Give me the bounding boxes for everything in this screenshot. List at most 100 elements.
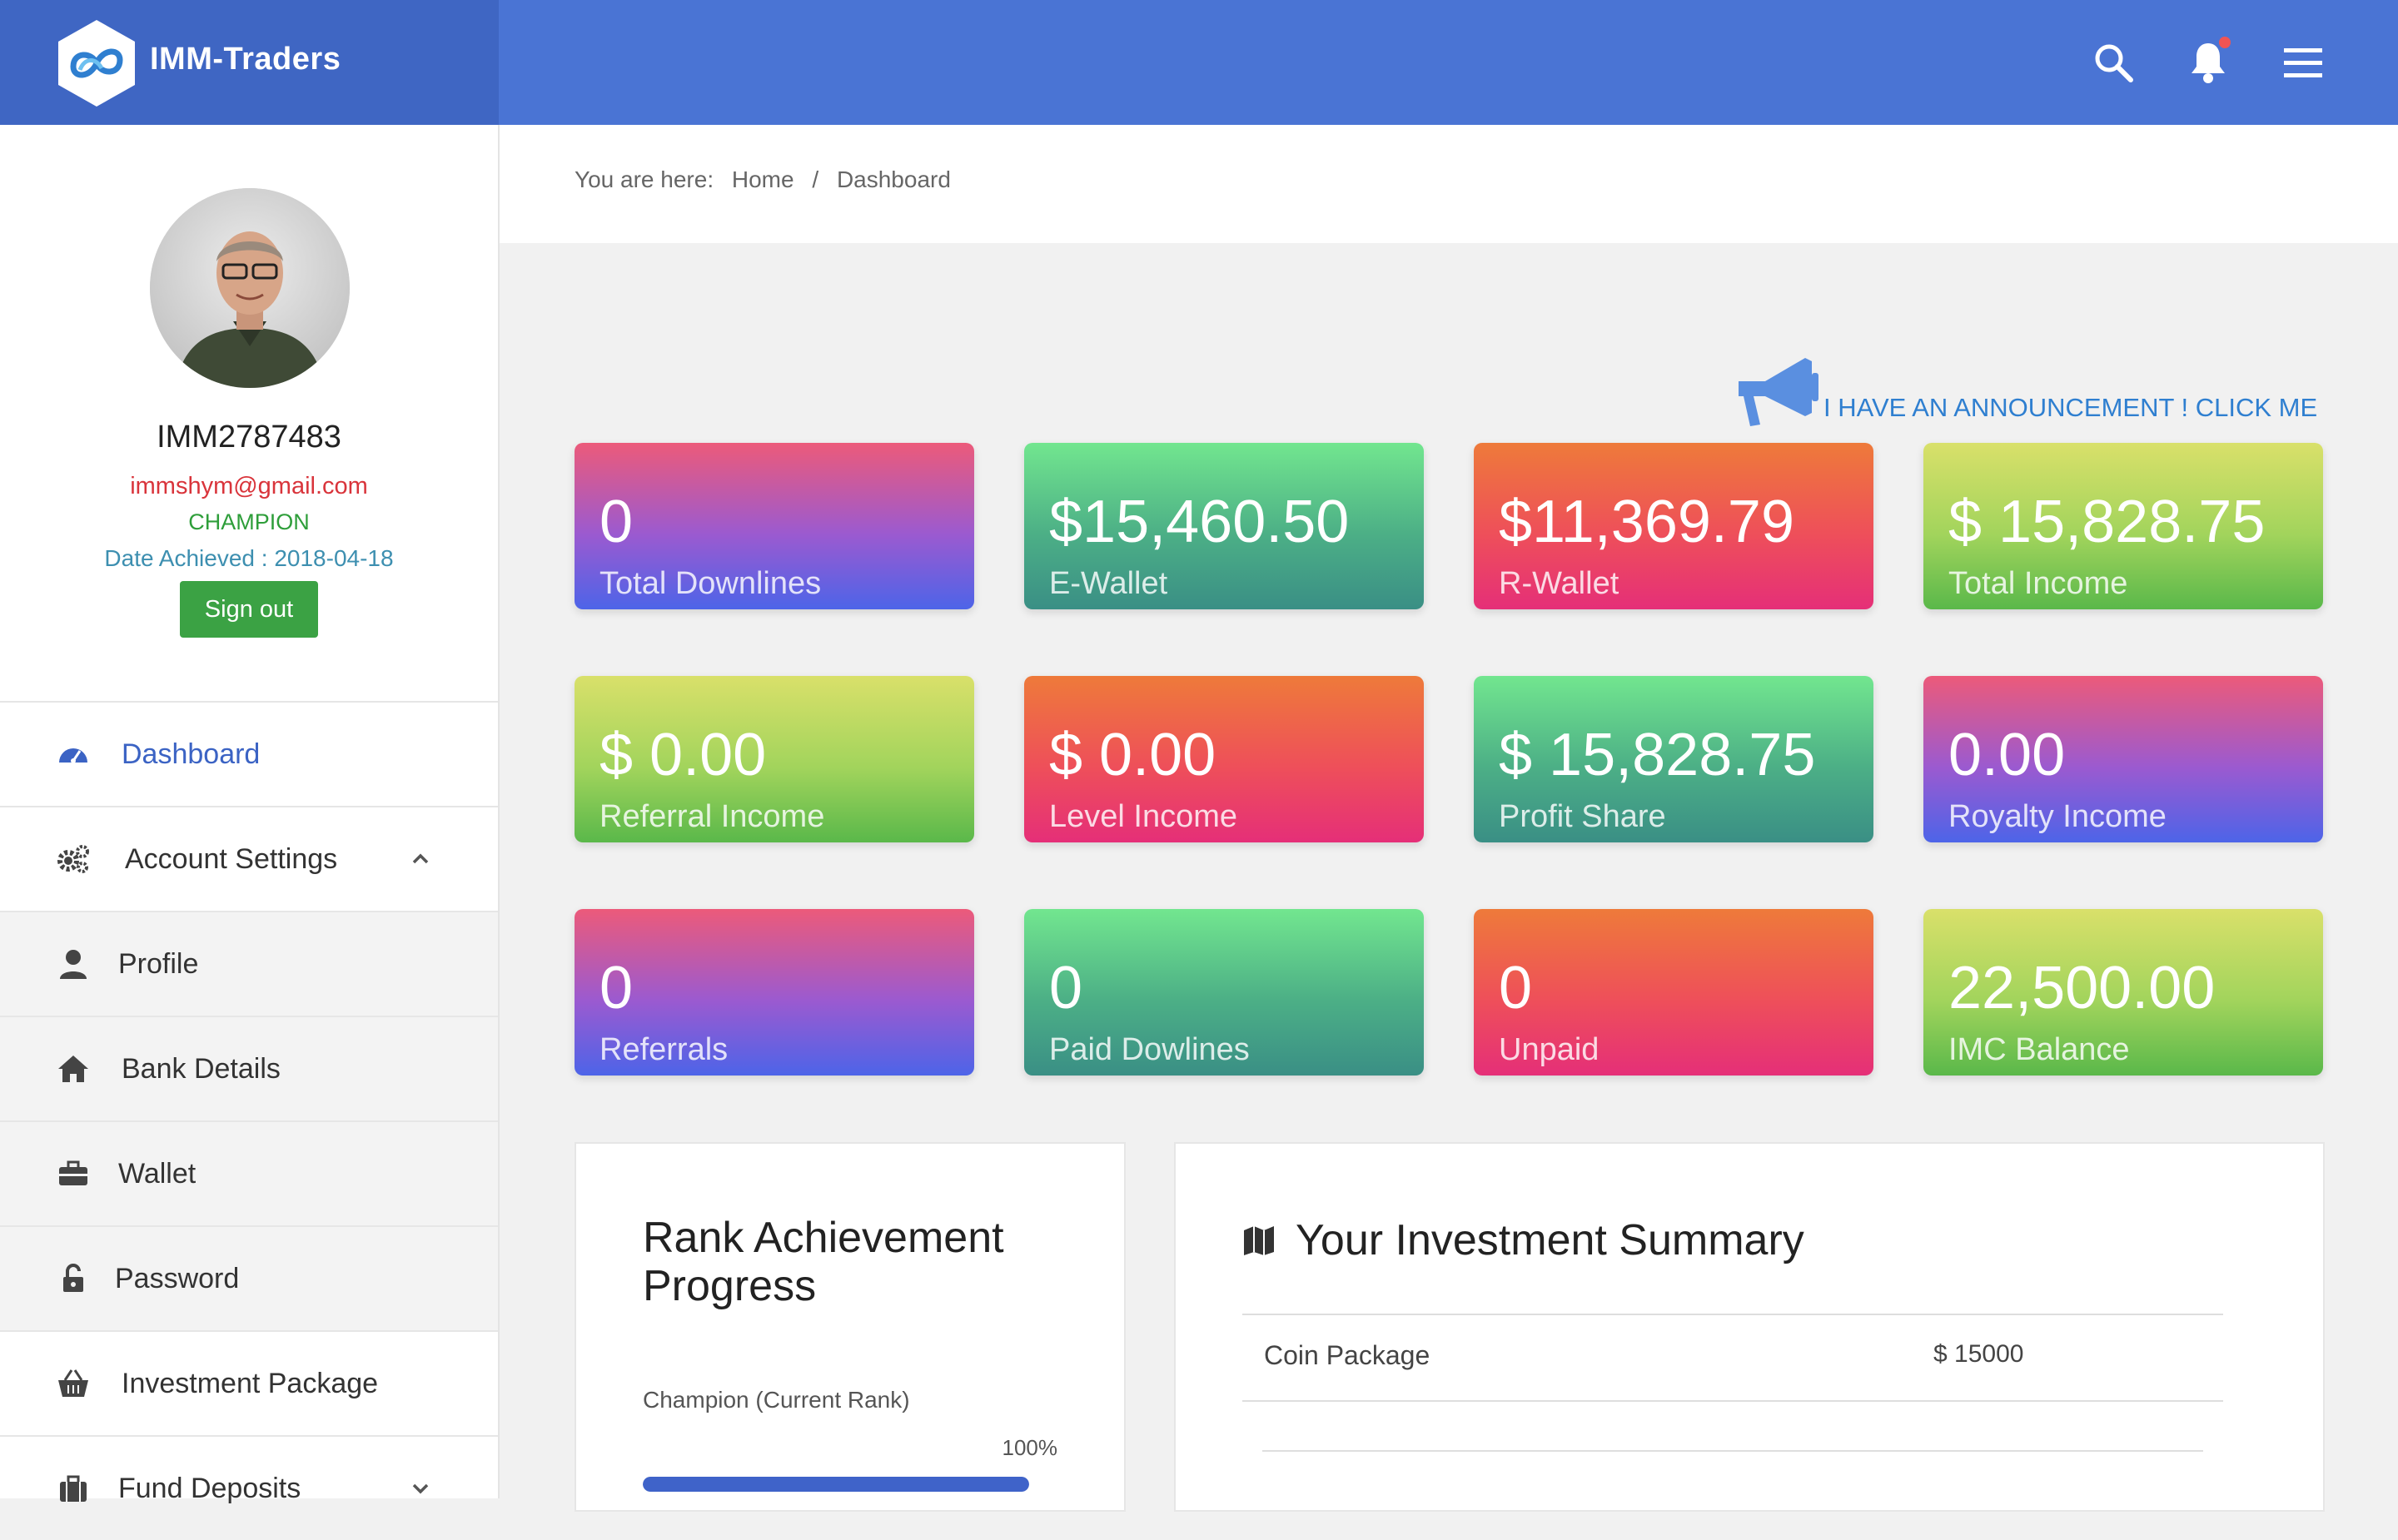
card-referral-income[interactable]: $ 0.00 Referral Income [575, 676, 974, 842]
card-total-income[interactable]: $ 15,828.75 Total Income [1923, 443, 2323, 609]
card-unpaid[interactable]: 0 Unpaid [1474, 909, 1873, 1076]
gears-icon [57, 842, 90, 876]
card-value: 0.00 [1948, 722, 2066, 788]
card-e-wallet[interactable]: $15,460.50 E-Wallet [1024, 443, 1424, 609]
card-label: E-Wallet [1049, 566, 1168, 601]
card-referrals[interactable]: 0 Referrals [575, 909, 974, 1076]
megaphone-icon [1739, 358, 1818, 426]
card-level-income[interactable]: $ 0.00 Level Income [1024, 676, 1424, 842]
table-cell-name: Coin Package [1264, 1340, 1430, 1370]
announcement-link[interactable]: I HAVE AN ANNOUNCEMENT ! CLICK ME [1729, 348, 2317, 431]
sidebar-item-label: Wallet [118, 1157, 197, 1190]
card-label: R-Wallet [1499, 566, 1619, 601]
card-r-wallet[interactable]: $11,369.79 R-Wallet [1474, 443, 1873, 609]
breadcrumb: You are here: Home / Dashboard [575, 166, 963, 193]
investment-summary-title-text: Your Investment Summary [1296, 1216, 1804, 1264]
basket-icon [57, 1367, 90, 1400]
avatar[interactable] [150, 188, 350, 388]
card-label: Unpaid [1499, 1032, 1599, 1067]
card-label: Paid Dowlines [1049, 1032, 1250, 1067]
sidebar-item-label: Dashboard [122, 738, 261, 770]
card-value: $11,369.79 [1499, 489, 1795, 555]
notification-dot [2219, 37, 2231, 48]
card-value: $ 15,828.75 [1499, 722, 1816, 788]
card-value: 0 [1499, 955, 1533, 1021]
sidebar-item-password[interactable]: Password [0, 1225, 498, 1330]
announcement-text[interactable]: I HAVE AN ANNOUNCEMENT ! CLICK ME [1823, 393, 2317, 423]
card-label: Total Income [1948, 566, 2128, 601]
sidebar-item-label: Bank Details [122, 1052, 281, 1085]
card-value: $15,460.50 [1049, 489, 1350, 555]
dashboard-gauge-icon [57, 738, 90, 771]
sidebar-item-investment-package[interactable]: Investment Package [0, 1330, 498, 1435]
user-id: IMM2787483 [157, 420, 341, 455]
sidebar-item-account-settings[interactable]: Account Settings [0, 806, 498, 911]
breadcrumb-current: Dashboard [836, 166, 951, 192]
card-value: 0 [1049, 955, 1083, 1021]
card-label: Referral Income [600, 799, 825, 834]
card-label: Total Downlines [600, 566, 822, 601]
lock-icon [57, 1262, 90, 1295]
rank-progress-fill [643, 1477, 1029, 1492]
card-value: 0 [600, 489, 634, 555]
card-value: 22,500.00 [1948, 955, 2216, 1021]
card-value: $ 15,828.75 [1948, 489, 2266, 555]
rank-progress-bar [643, 1477, 1029, 1492]
rank-progress-panel: Rank Achievement Progress Champion (Curr… [575, 1142, 1126, 1512]
sidebar-item-wallet[interactable]: Wallet [0, 1120, 498, 1225]
rank-panel-title: Rank Achievement Progress [643, 1214, 1004, 1310]
user-icon [57, 947, 90, 981]
home-icon [57, 1052, 90, 1085]
card-value: 0 [600, 955, 634, 1021]
table-cell-value: $ 15000 [1933, 1340, 2024, 1368]
card-imc-balance[interactable]: 22,500.00 IMC Balance [1923, 909, 2323, 1076]
sidebar-item-label: Fund Deposits [118, 1472, 301, 1504]
chevron-down-icon[interactable] [410, 1478, 431, 1499]
sidebar-item-label: Profile [118, 947, 199, 980]
breadcrumb-prefix: You are here: [575, 166, 714, 192]
rank-percent: 100% [1002, 1435, 1058, 1460]
suitcase-icon [57, 1472, 90, 1505]
sidebar-item-label: Account Settings [125, 842, 338, 875]
sidebar-menu: Dashboard Account Settings Profile Bank … [0, 701, 498, 1540]
top-bar [499, 0, 2398, 125]
breadcrumb-home-link[interactable]: Home [732, 166, 794, 192]
sidebar-item-label: Investment Package [122, 1367, 379, 1399]
card-label: Referrals [600, 1032, 729, 1067]
briefcase-icon [57, 1157, 90, 1190]
card-label: Level Income [1049, 799, 1238, 834]
search-icon[interactable] [2089, 38, 2137, 87]
card-royalty-income[interactable]: 0.00 Royalty Income [1923, 676, 2323, 842]
sidebar-item-profile[interactable]: Profile [0, 911, 498, 1016]
card-label: IMC Balance [1948, 1032, 2130, 1067]
logo-icon[interactable] [55, 18, 138, 108]
card-value: $ 0.00 [1049, 722, 1216, 788]
sidebar-item-fund-deposits[interactable]: Fund Deposits [0, 1435, 498, 1540]
card-label: Royalty Income [1948, 799, 2167, 834]
investment-summary-title: Your Investment Summary [1242, 1215, 1804, 1265]
sidebar-item-label: Password [115, 1262, 240, 1294]
sidebar: IMM2787483 immshym@gmail.com CHAMPION Da… [0, 125, 500, 1504]
rank-date-achieved: Date Achieved : 2018-04-18 [104, 545, 394, 571]
current-rank-label: Champion (Current Rank) [643, 1387, 910, 1413]
map-icon [1244, 1226, 1274, 1255]
table-row: Coin Package $ 15000 [1242, 1314, 2223, 1400]
card-paid-downlines[interactable]: 0 Paid Dowlines [1024, 909, 1424, 1076]
investment-table: Coin Package $ 15000 [1242, 1314, 2223, 1452]
card-label: Profit Share [1499, 799, 1666, 834]
brand-name[interactable]: IMM-Traders [150, 42, 341, 77]
card-value: $ 0.00 [600, 722, 767, 788]
card-profit-share[interactable]: $ 15,828.75 Profit Share [1474, 676, 1873, 842]
breadcrumb-bar: You are here: Home / Dashboard [500, 125, 2398, 243]
user-email: immshym@gmail.com [130, 473, 368, 499]
notification-bell-icon[interactable] [2184, 37, 2232, 87]
hamburger-menu-icon[interactable] [2279, 38, 2327, 87]
chevron-up-icon[interactable] [410, 848, 431, 870]
sidebar-item-bank-details[interactable]: Bank Details [0, 1016, 498, 1120]
sign-out-button[interactable]: Sign out [180, 581, 318, 638]
investment-summary-panel: Your Investment Summary Coin Package $ 1… [1174, 1142, 2325, 1512]
breadcrumb-separator: / [812, 166, 819, 192]
sidebar-item-dashboard[interactable]: Dashboard [0, 701, 498, 806]
card-total-downlines[interactable]: 0 Total Downlines [575, 443, 974, 609]
user-rank: CHAMPION [188, 509, 310, 534]
